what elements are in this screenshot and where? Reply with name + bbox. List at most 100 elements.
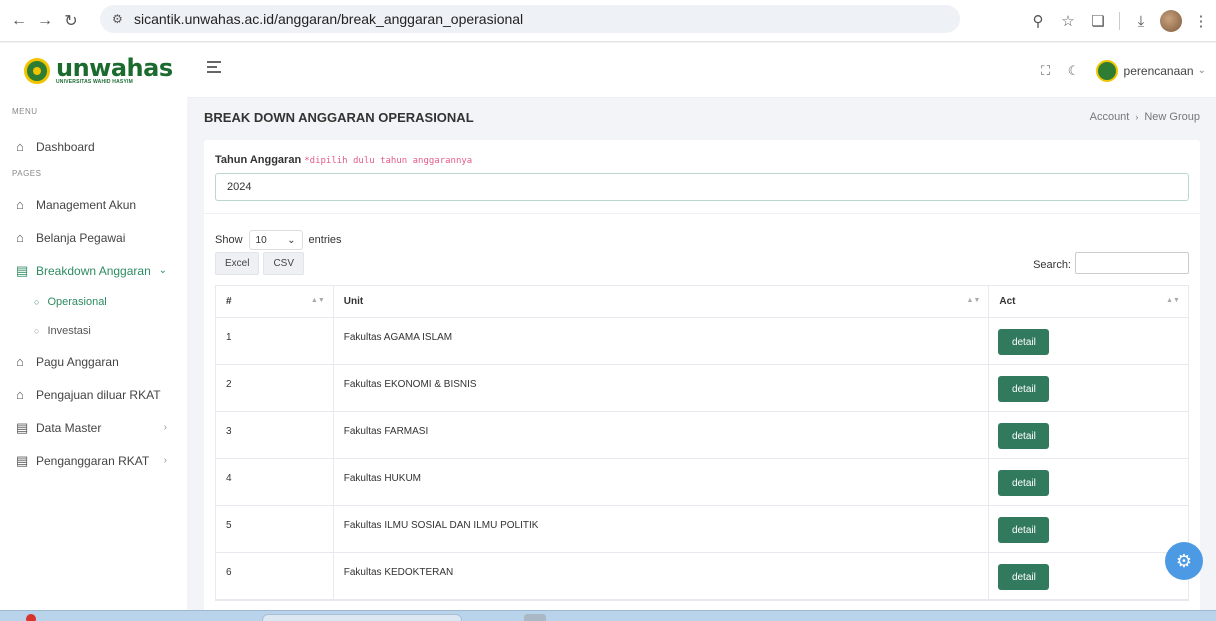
search-label: Search: [1033, 259, 1071, 271]
sidebar-subitem-label: Operasional [47, 295, 107, 308]
sidebar-subitem-investasi[interactable]: ○ Investasi [0, 316, 187, 345]
bookmark-star-icon[interactable]: ☆ [1053, 12, 1083, 30]
back-arrow-icon[interactable]: ← [6, 8, 32, 34]
browser-menu-icon[interactable]: ⋮ [1186, 12, 1216, 30]
sidebar-item-label: Management Akun [36, 197, 137, 212]
chevron-right-icon: › [163, 455, 167, 466]
show-label: Show [215, 234, 243, 246]
entries-value: 10 [255, 234, 267, 246]
chevron-down-icon[interactable]: ⌄ [1198, 65, 1206, 76]
sidebar-item-label: Pagu Anggaran [36, 354, 119, 369]
header-label: Unit [343, 296, 364, 307]
zoom-icon[interactable]: ⚲ [1023, 12, 1053, 30]
document-icon: ▤ [16, 419, 29, 435]
row-number: 1 [216, 318, 334, 364]
sidebar-item-belanja-pegawai[interactable]: ⌂ Belanja Pegawai [0, 221, 187, 254]
taskbar [0, 610, 1216, 621]
breadcrumb-item[interactable]: Account [1090, 111, 1130, 123]
row-action-cell: detail [989, 459, 1188, 505]
row-unit: Fakultas EKONOMI & BISNIS [334, 365, 990, 411]
entries-select[interactable]: 10 ⌄ [248, 230, 303, 250]
breadcrumb: Account › New Group [1090, 111, 1200, 123]
table-row: 5 Fakultas ILMU SOSIAL DAN ILMU POLITIK … [216, 506, 1188, 553]
sidebar-item-data-master[interactable]: ▤ Data Master › [0, 411, 187, 444]
row-number: 2 [216, 365, 334, 411]
browser-toolbar: ← → ↻ ⚙ sicantik.unwahas.ac.id/anggaran/… [0, 0, 1216, 42]
row-unit: Fakultas KEDOKTERAN [334, 553, 990, 599]
settings-gear-icon[interactable]: ⚙ [1165, 542, 1203, 580]
chevron-down-icon: ⌄ [287, 234, 296, 246]
sidebar-item-pengajuan-diluar-rkat[interactable]: ⌂ Pengajuan diluar RKAT [0, 378, 187, 411]
sort-icon: ▲▼ [1166, 297, 1180, 304]
row-action-cell: detail [989, 506, 1188, 552]
detail-button[interactable]: detail [998, 329, 1050, 355]
logo-text: unwahas [56, 54, 173, 82]
extensions-icon[interactable]: ❏ [1083, 12, 1113, 30]
taskbar-app-icon[interactable] [524, 614, 546, 621]
sort-icon: ▲▼ [966, 297, 981, 304]
entries-label: entries [308, 234, 342, 246]
sidebar-item-management-akun[interactable]: ⌂ Management Akun [0, 188, 187, 221]
header-label: Act [999, 296, 1016, 307]
sidebar-item-dashboard[interactable]: ⌂ Dashboard [0, 130, 187, 163]
download-icon[interactable]: ⤓ [1126, 13, 1156, 30]
excel-button[interactable]: Excel [215, 252, 260, 275]
user-name[interactable]: perencanaan [1124, 64, 1194, 78]
row-number: 5 [216, 506, 334, 552]
forward-arrow-icon[interactable]: → [32, 8, 58, 34]
sidebar-item-label: Breakdown Anggaran [36, 263, 151, 278]
sidebar-subitem-operasional[interactable]: ○ Operasional [0, 287, 187, 316]
fullscreen-icon[interactable]: ⛶ [1032, 63, 1060, 79]
bullet-icon: ○ [34, 296, 40, 307]
row-unit: Fakultas FARMASI [334, 412, 990, 458]
detail-button[interactable]: detail [998, 517, 1050, 543]
column-header-unit[interactable]: Unit ▲▼ [334, 286, 990, 317]
detail-button[interactable]: detail [998, 376, 1050, 402]
document-icon: ▤ [16, 262, 29, 278]
year-label-text: Tahun Anggaran [215, 154, 302, 166]
top-bar: ⛶ ☾ perencanaan ⌄ [187, 43, 1216, 98]
detail-button[interactable]: detail [998, 564, 1050, 590]
hamburger-menu-icon[interactable] [207, 61, 221, 76]
row-action-cell: detail [989, 365, 1188, 411]
reload-icon[interactable]: ↻ [58, 8, 84, 34]
sidebar-item-label: Dashboard [36, 139, 95, 154]
breadcrumb-item: New Group [1144, 111, 1200, 123]
row-number: 3 [216, 412, 334, 458]
site-info-icon[interactable]: ⚙ [112, 12, 134, 26]
taskbar-app-icon[interactable] [26, 614, 36, 621]
sidebar-item-penganggaran-rkat[interactable]: ▤ Penganggaran RKAT › [0, 444, 187, 477]
sidebar-item-label: Penganggaran RKAT [36, 453, 150, 468]
year-label: Tahun Anggaran *dipilih dulu tahun angga… [215, 154, 472, 166]
csv-button[interactable]: CSV [263, 252, 305, 275]
dark-mode-icon[interactable]: ☾ [1060, 63, 1088, 79]
detail-button[interactable]: detail [998, 470, 1050, 496]
avatar[interactable] [1095, 59, 1118, 82]
detail-button[interactable]: detail [998, 423, 1050, 449]
column-header-number[interactable]: # ▲▼ [216, 286, 334, 317]
column-header-act[interactable]: Act ▲▼ [989, 286, 1188, 317]
row-unit: Fakultas HUKUM [334, 459, 990, 505]
home-icon: ⌂ [16, 197, 24, 212]
sidebar-item-pagu-anggaran[interactable]: ⌂ Pagu Anggaran [0, 345, 187, 378]
sidebar-item-breakdown-anggaran[interactable]: ▤ Breakdown Anggaran ⌄ [0, 254, 187, 287]
row-action-cell: detail [989, 412, 1188, 458]
menu-section-title: MENU [12, 107, 38, 116]
sidebar-subitem-label: Investasi [47, 324, 91, 337]
search-input[interactable] [1075, 252, 1189, 274]
table-row: 4 Fakultas HUKUM detail [216, 459, 1188, 506]
year-select[interactable]: 2024 [215, 173, 1189, 201]
profile-avatar[interactable] [1156, 10, 1186, 32]
document-icon: ▤ [16, 452, 29, 468]
taskbar-search[interactable] [262, 614, 462, 621]
year-hint: *dipilih dulu tahun anggarannya [304, 156, 473, 166]
logo[interactable]: unwahas UNIVERSITAS WAHID HASYIM [0, 43, 187, 98]
table-row: 2 Fakultas EKONOMI & BISNIS detail [216, 365, 1188, 412]
row-action-cell: detail [989, 553, 1188, 599]
data-table: # ▲▼ Unit ▲▼ Act ▲▼ 1 Fakultas AGAMA ISL… [215, 285, 1189, 601]
row-action-cell: detail [989, 318, 1188, 364]
home-icon: ⌂ [16, 354, 24, 369]
sidebar-item-label: Pengajuan diluar RKAT [36, 387, 161, 402]
address-bar[interactable]: ⚙ sicantik.unwahas.ac.id/anggaran/break_… [100, 5, 960, 33]
sort-icon: ▲▼ [310, 297, 325, 304]
